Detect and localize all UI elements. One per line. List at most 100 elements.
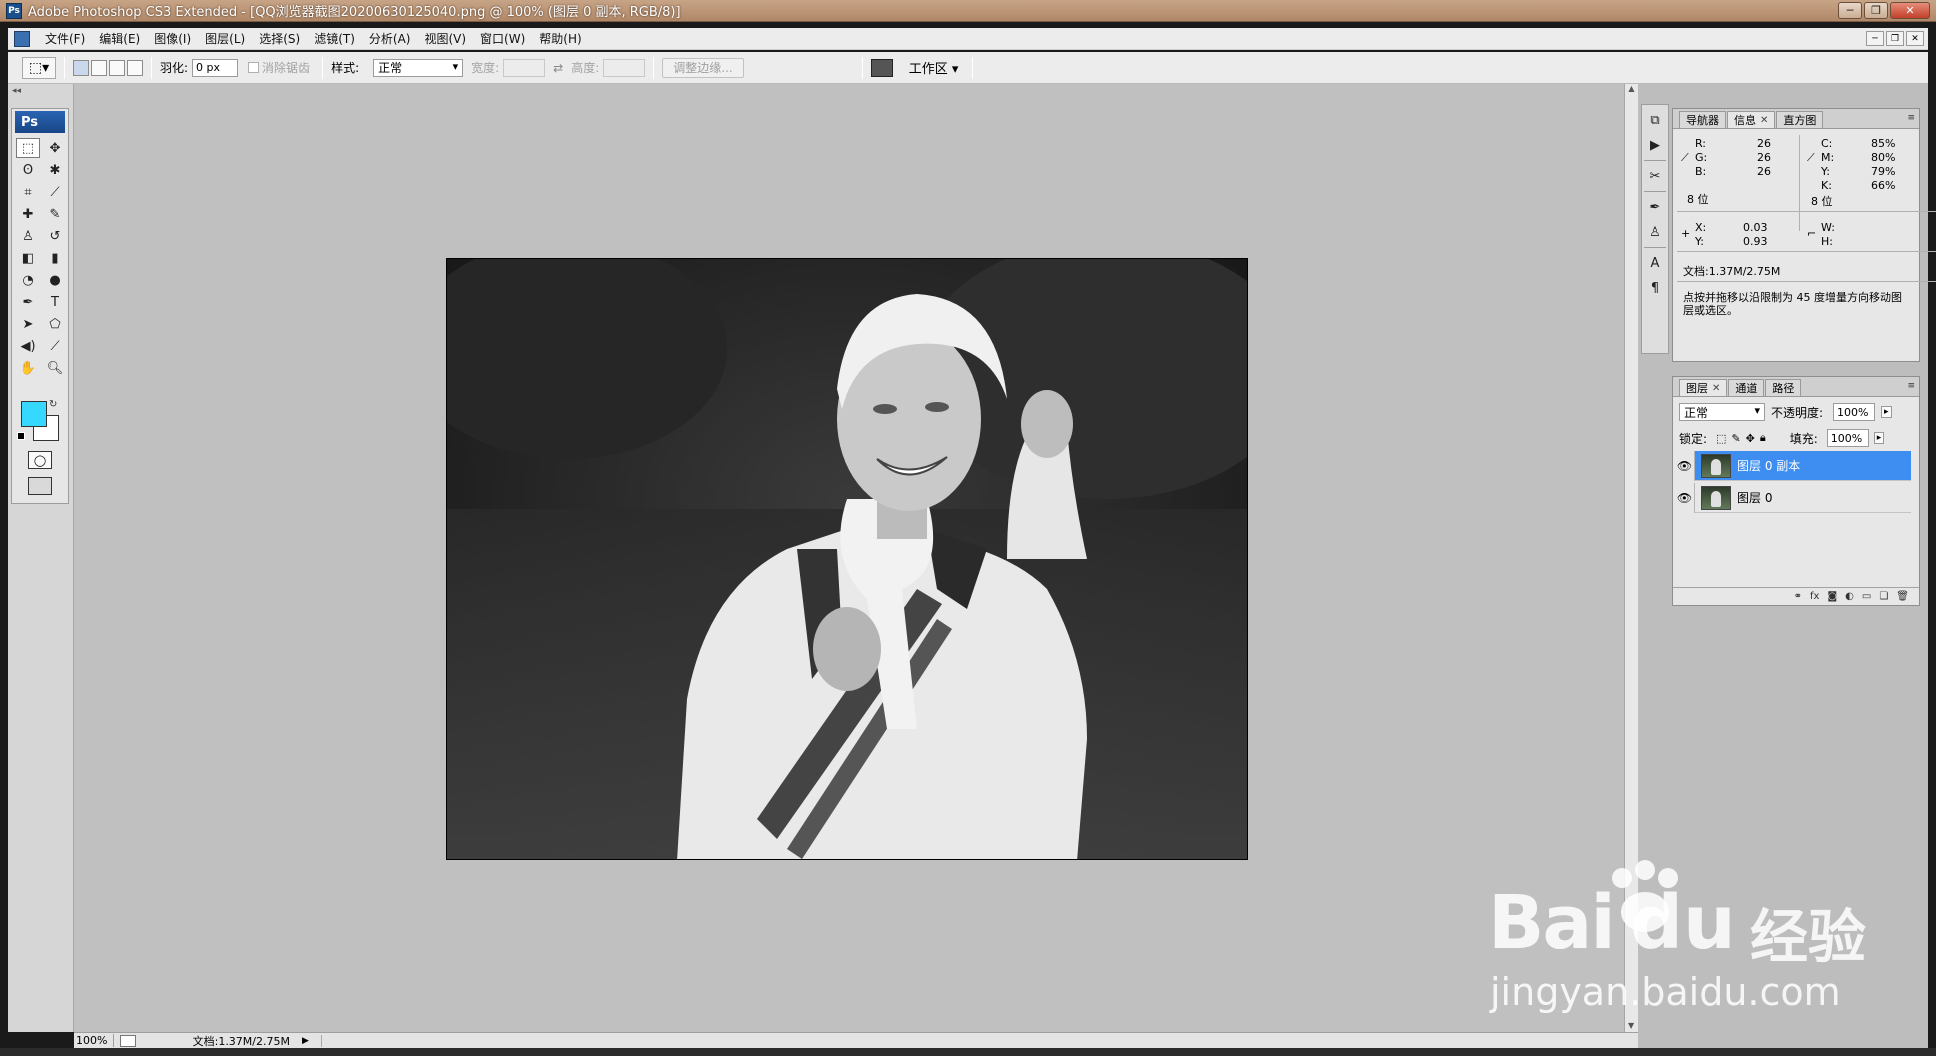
close-tab-icon[interactable]: ✕ [1712, 383, 1720, 394]
lock-pixels-icon[interactable]: ✎ [1731, 432, 1740, 445]
fill-input[interactable] [1826, 429, 1869, 447]
history-panel-icon[interactable]: ⧉ [1644, 110, 1666, 130]
shape-tool-icon[interactable]: ⬠ [43, 314, 67, 334]
refine-edge-button[interactable]: 调整边缘... [662, 57, 744, 78]
actions-panel-icon[interactable]: ▶ [1644, 135, 1666, 155]
delete-layer-icon[interactable]: 🗑︎ [1896, 591, 1909, 602]
layer-style-icon[interactable]: fx [1810, 591, 1819, 602]
width-input[interactable] [503, 58, 546, 77]
gradient-tool-icon[interactable]: ▮ [43, 248, 67, 268]
zoom-tool-icon[interactable]: 🔍︎ [43, 358, 67, 378]
tab-histogram[interactable]: 直方图 [1776, 111, 1824, 128]
menu-help[interactable]: 帮助(H) [532, 30, 588, 47]
menu-view[interactable]: 视图(V) [417, 30, 473, 47]
default-colors-icon[interactable] [17, 432, 25, 440]
status-menu-arrow-icon[interactable]: ▶ [302, 1036, 309, 1046]
document-canvas[interactable] [446, 258, 1248, 860]
doc-restore-button[interactable]: ❐ [1886, 31, 1904, 46]
adjustment-layer-icon[interactable]: ◐ [1845, 591, 1854, 602]
menu-window[interactable]: 窗口(W) [473, 30, 532, 47]
notes-tool-icon[interactable]: ◀) [16, 336, 40, 356]
new-selection-button[interactable] [73, 59, 89, 76]
layer-row-copy[interactable]: 👁︎ 图层 0 副本 [1675, 450, 1911, 481]
menu-image[interactable]: 图像(I) [147, 30, 198, 47]
blur-tool-icon[interactable]: ◔ [16, 270, 40, 290]
layer-row-base[interactable]: 👁︎ 图层 0 [1675, 482, 1911, 513]
eyedropper-tool-icon[interactable]: ⟋ [43, 336, 67, 356]
subtract-selection-button[interactable] [109, 59, 125, 76]
eraser-tool-icon[interactable]: ◧ [16, 248, 40, 268]
visibility-eye-icon[interactable]: 👁︎ [1675, 450, 1695, 481]
path-select-icon[interactable]: ➤ [16, 314, 40, 334]
dodge-tool-icon[interactable]: ● [43, 270, 67, 290]
clone-source-icon[interactable]: ♙ [1644, 222, 1666, 242]
slice-tool-icon[interactable]: ⟋ [43, 182, 67, 202]
swap-dimensions-icon[interactable]: ⇄ [553, 61, 563, 75]
quick-mask-icon[interactable]: ◯ [28, 451, 52, 469]
link-layers-icon[interactable]: ⚭ [1794, 591, 1802, 602]
add-selection-button[interactable] [91, 59, 107, 76]
restore-button[interactable]: ❐ [1864, 2, 1888, 19]
feather-input[interactable] [192, 58, 239, 77]
menu-select[interactable]: 选择(S) [252, 30, 307, 47]
tab-navigator[interactable]: 导航器 [1679, 111, 1726, 128]
lock-position-icon[interactable]: ✥ [1746, 432, 1755, 445]
menu-layer[interactable]: 图层(L) [198, 30, 252, 47]
menu-analysis[interactable]: 分析(A) [362, 30, 418, 47]
hand-tool-icon[interactable]: ✋ [16, 358, 40, 378]
style-select[interactable]: 正常 [373, 58, 464, 77]
tool-preset-picker[interactable]: ⬚▾ [22, 56, 56, 79]
visibility-eye-icon[interactable]: 👁︎ [1675, 482, 1695, 513]
lock-transparent-icon[interactable]: ⬚ [1716, 432, 1726, 445]
panel-menu-icon[interactable]: ≡ [1907, 113, 1915, 123]
character-panel-icon[interactable]: A [1644, 253, 1666, 273]
tab-paths[interactable]: 路径 [1765, 379, 1802, 396]
move-tool-icon[interactable]: ✥ [43, 138, 67, 158]
intersect-selection-button[interactable] [127, 59, 143, 76]
menu-file[interactable]: 文件(F) [38, 30, 92, 47]
bridge-icon[interactable] [870, 58, 893, 77]
brush-tool-icon[interactable]: ✎ [43, 204, 67, 224]
opacity-input[interactable] [1833, 403, 1876, 421]
tab-channels[interactable]: 通道 [1728, 379, 1765, 396]
horizontal-scrollbar[interactable] [320, 1034, 1648, 1047]
type-tool-icon[interactable]: T [43, 292, 67, 312]
workspace-menu-button[interactable]: 工作区 ▾ [903, 58, 965, 77]
pen-tool-icon[interactable]: ✒ [16, 292, 40, 312]
magic-wand-tool-icon[interactable]: ✱ [43, 160, 67, 180]
status-preview-icon[interactable] [120, 1034, 136, 1047]
screen-mode-icon[interactable] [28, 477, 52, 495]
zoom-level-field[interactable]: 100% [74, 1034, 114, 1047]
tab-layers[interactable]: 图层 ✕ [1679, 379, 1728, 396]
foreground-color-front[interactable] [21, 401, 47, 427]
healing-brush-icon[interactable]: ✚ [16, 204, 40, 224]
menu-filter[interactable]: 滤镜(T) [307, 30, 362, 47]
crop-tool-icon[interactable]: ⌗ [16, 182, 40, 202]
menu-edit[interactable]: 编辑(E) [92, 30, 147, 47]
blend-mode-select[interactable]: 正常 [1679, 403, 1765, 421]
new-layer-icon[interactable]: ❏ [1879, 591, 1888, 602]
tool-presets-icon[interactable]: ✂ [1644, 166, 1666, 186]
fill-slider-button[interactable]: ▸ [1873, 432, 1885, 444]
history-brush-icon[interactable]: ↺ [43, 226, 67, 246]
layers-panel-menu-icon[interactable]: ≡ [1907, 381, 1915, 391]
document-icon[interactable] [14, 30, 30, 47]
close-tab-icon[interactable]: ✕ [1760, 115, 1768, 126]
minimize-button[interactable]: ─ [1838, 2, 1862, 19]
swap-colors-icon[interactable]: ↻ [49, 399, 57, 410]
doc-minimize-button[interactable]: ─ [1866, 31, 1884, 46]
tab-info[interactable]: 信息 ✕ [1727, 111, 1776, 128]
marquee-tool-icon[interactable]: ⬚ [16, 138, 40, 158]
lock-all-icon[interactable]: 🔒︎ [1760, 431, 1766, 445]
antialias-checkbox[interactable] [248, 62, 260, 73]
close-button[interactable]: ✕ [1890, 2, 1930, 19]
opacity-slider-button[interactable]: ▸ [1881, 406, 1892, 418]
new-group-icon[interactable]: ▭ [1862, 591, 1871, 602]
paragraph-panel-icon[interactable]: ¶ [1644, 278, 1666, 298]
lasso-tool-icon[interactable]: ʘ [16, 160, 40, 180]
doc-close-button[interactable]: ✕ [1906, 31, 1924, 46]
brushes-panel-icon[interactable]: ✒ [1644, 197, 1666, 217]
clone-stamp-icon[interactable]: ♙ [16, 226, 40, 246]
layer-mask-icon[interactable]: ◙ [1827, 591, 1837, 602]
height-input[interactable] [603, 58, 646, 77]
